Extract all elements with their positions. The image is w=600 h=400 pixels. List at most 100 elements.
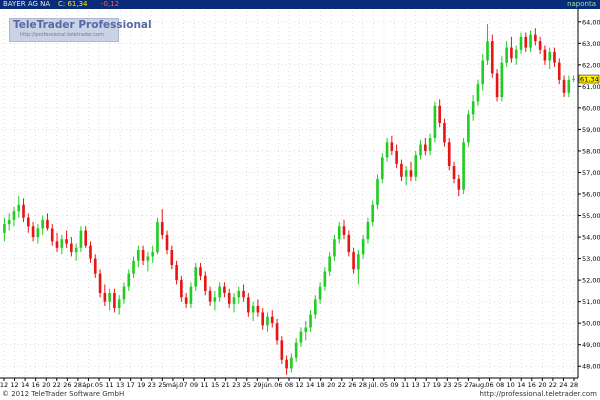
- candle-body: [194, 267, 198, 287]
- candle-body: [443, 122, 446, 143]
- candle-body: [12, 211, 16, 220]
- y-tick-label: 63,00: [582, 40, 600, 48]
- candle-body: [524, 36, 528, 48]
- candle-body: [390, 142, 394, 151]
- x-tick-label: 20: [538, 381, 546, 389]
- candle-body: [553, 51, 556, 63]
- candle-body: [357, 254, 360, 270]
- x-tick-label: 23: [443, 381, 451, 389]
- candle-body: [165, 234, 169, 250]
- candle-body: [213, 297, 217, 302]
- candle-body: [180, 280, 183, 298]
- y-tick-label: 55,00: [582, 212, 600, 220]
- x-tick-label: 11: [200, 381, 208, 389]
- candle-body: [347, 234, 351, 253]
- x-tick-label: 18: [317, 381, 325, 389]
- x-tick-label: 20: [42, 381, 50, 389]
- x-tick-label: 28: [74, 381, 82, 389]
- candle-body: [447, 142, 451, 167]
- candle: [462, 138, 465, 194]
- y-tick-label: 61,00: [582, 83, 600, 91]
- footer-url[interactable]: http://professional.teletrader.com: [480, 390, 597, 398]
- x-tick-label: 28: [359, 381, 367, 389]
- x-tick-label: 07: [179, 381, 187, 389]
- candle-body: [400, 163, 403, 177]
- candle-body: [251, 305, 255, 313]
- candle-body: [170, 249, 174, 266]
- candle-body: [337, 226, 341, 240]
- x-tick-label: 19: [137, 381, 145, 389]
- y-tick-label: 60,00: [582, 104, 600, 112]
- period-label[interactable]: naponta: [567, 0, 596, 9]
- x-tick-label: 13: [116, 381, 124, 389]
- candle-body: [208, 290, 212, 302]
- x-tick-label: 05: [380, 381, 388, 389]
- y-tick-label: 56,00: [582, 191, 600, 199]
- y-tick-label: 64,00: [582, 18, 600, 26]
- candle-body: [299, 331, 303, 343]
- candle-body: [342, 226, 346, 235]
- candle-body: [371, 204, 375, 222]
- candle-body: [132, 260, 135, 274]
- candle-body: [462, 142, 465, 190]
- candle-body: [414, 155, 418, 177]
- candle-body: [490, 41, 494, 74]
- x-tick-label: 25: [243, 381, 251, 389]
- y-tick-label: 62,00: [582, 61, 600, 69]
- candle-body: [385, 142, 389, 158]
- candle-body: [156, 221, 159, 253]
- x-tick-label: 19: [433, 381, 441, 389]
- candle-body: [313, 299, 317, 315]
- candle-body: [376, 178, 379, 205]
- candle-body: [98, 273, 102, 294]
- candle: [447, 138, 451, 171]
- candle: [414, 150, 418, 182]
- last-price-marker: 61,34: [578, 74, 600, 84]
- x-tick-label: 14: [517, 381, 525, 389]
- candle-body: [486, 41, 489, 61]
- candle-body: [409, 170, 413, 177]
- candle-body: [55, 241, 59, 248]
- candle-body: [352, 252, 355, 270]
- candle-body: [424, 144, 427, 151]
- close-price-label: C: 61,34: [58, 0, 88, 8]
- candle-body: [65, 239, 68, 244]
- candle-body: [318, 286, 322, 300]
- x-tick-label: 12: [10, 381, 18, 389]
- candle-body: [514, 49, 518, 59]
- candle-body: [290, 357, 293, 369]
- candle-body: [529, 34, 532, 48]
- candle-body: [146, 256, 150, 261]
- candle-body: [74, 247, 78, 253]
- y-tick-label: 54,00: [582, 234, 600, 242]
- candle-body: [266, 316, 269, 326]
- x-tick-label: 24: [559, 381, 567, 389]
- candle-body: [323, 271, 327, 287]
- x-tick-label: 23: [232, 381, 240, 389]
- candle-body: [242, 290, 245, 298]
- candle-body: [26, 217, 30, 227]
- candle-body: [538, 41, 542, 50]
- change-label: -0,12: [101, 0, 120, 8]
- candle-body: [218, 286, 221, 298]
- x-tick-label: 08: [496, 381, 504, 389]
- candle-body: [36, 228, 40, 238]
- candle-body: [572, 79, 575, 81]
- x-tick-label: 23: [148, 381, 156, 389]
- candle-body: [495, 73, 499, 98]
- x-tick-label: 06: [485, 381, 493, 389]
- x-tick-label: 08: [285, 381, 293, 389]
- candle-body: [457, 178, 461, 190]
- logo-url: http://professional.teletrader.com: [20, 32, 104, 38]
- y-tick-label: 48,00: [582, 363, 600, 371]
- candle-body: [89, 245, 92, 259]
- x-tick-label: 26: [348, 381, 356, 389]
- x-tick-label: 05: [95, 381, 103, 389]
- x-tick-label: 22: [549, 381, 557, 389]
- candle-body: [361, 239, 365, 255]
- x-tick-label: 11: [105, 381, 113, 389]
- candle-body: [137, 249, 140, 261]
- candle-body: [519, 36, 523, 50]
- candle-body: [557, 62, 561, 80]
- header-bar: BAYER AG NA C: 61,34 -0,12 naponta: [0, 0, 600, 9]
